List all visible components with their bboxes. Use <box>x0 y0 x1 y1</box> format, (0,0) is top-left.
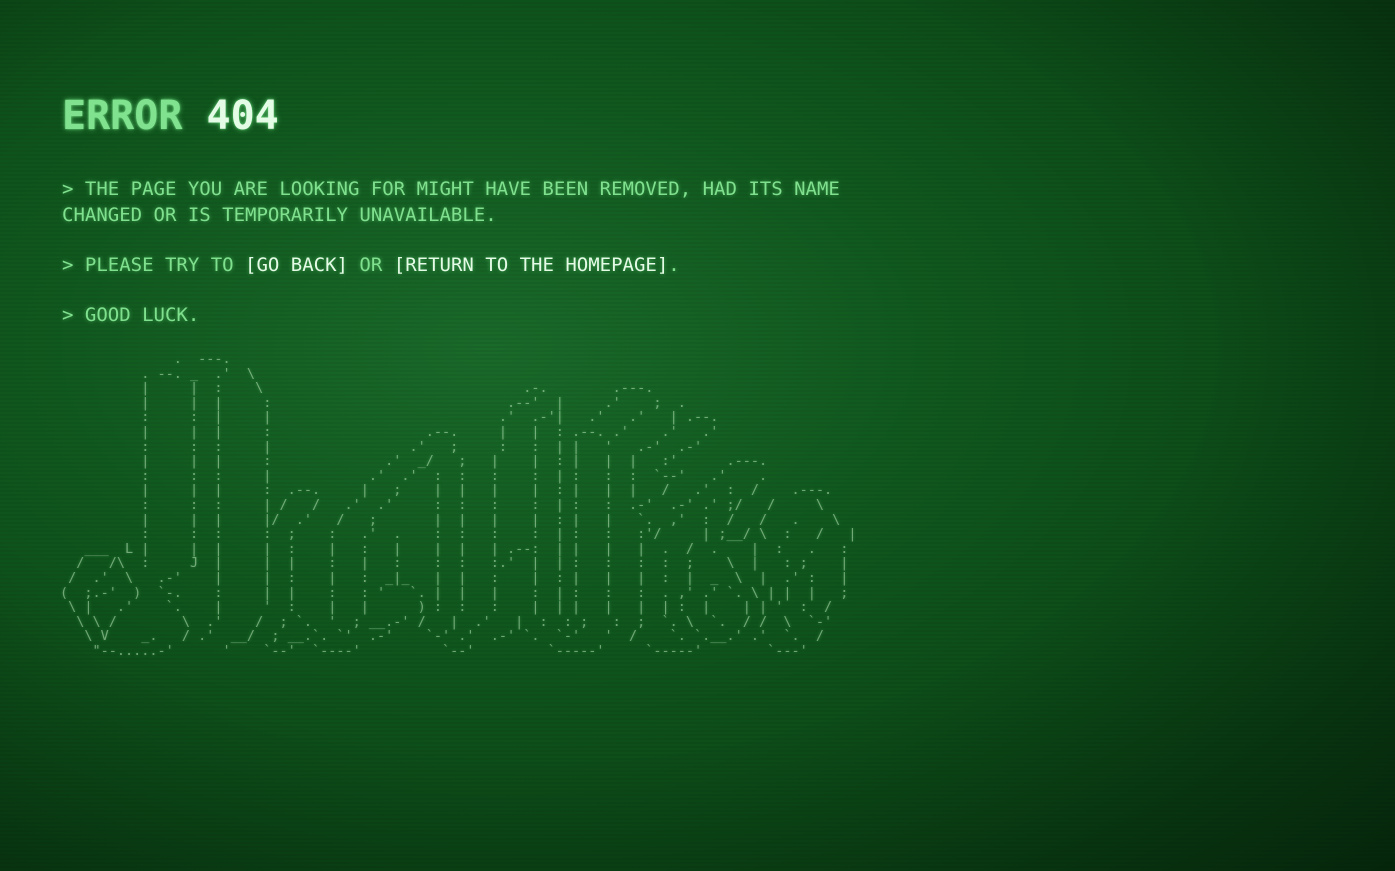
error-word: ERROR <box>62 93 183 139</box>
help-suffix-text: . <box>668 254 680 276</box>
or-text: OR <box>347 254 394 276</box>
terminal-content: ERROR 404 > THE PAGE YOU ARE LOOKING FOR… <box>62 92 962 352</box>
error-code: 404 <box>206 93 279 139</box>
ascii-art-logo: . ---. . --. _ .' \ | | : \ .-. .---. | … <box>60 351 857 659</box>
error-message-line: > THE PAGE YOU ARE LOOKING FOR MIGHT HAV… <box>62 178 840 226</box>
go-back-link[interactable]: [GO BACK] <box>245 254 348 276</box>
help-message-line: > PLEASE TRY TO [GO BACK] OR [RETURN TO … <box>62 252 962 278</box>
return-homepage-link[interactable]: [RETURN TO THE HOMEPAGE] <box>394 254 669 276</box>
help-prefix-text: > PLEASE TRY TO <box>62 254 246 276</box>
good-luck-line: > GOOD LUCK. <box>62 304 200 326</box>
page-title: ERROR 404 <box>62 92 962 140</box>
